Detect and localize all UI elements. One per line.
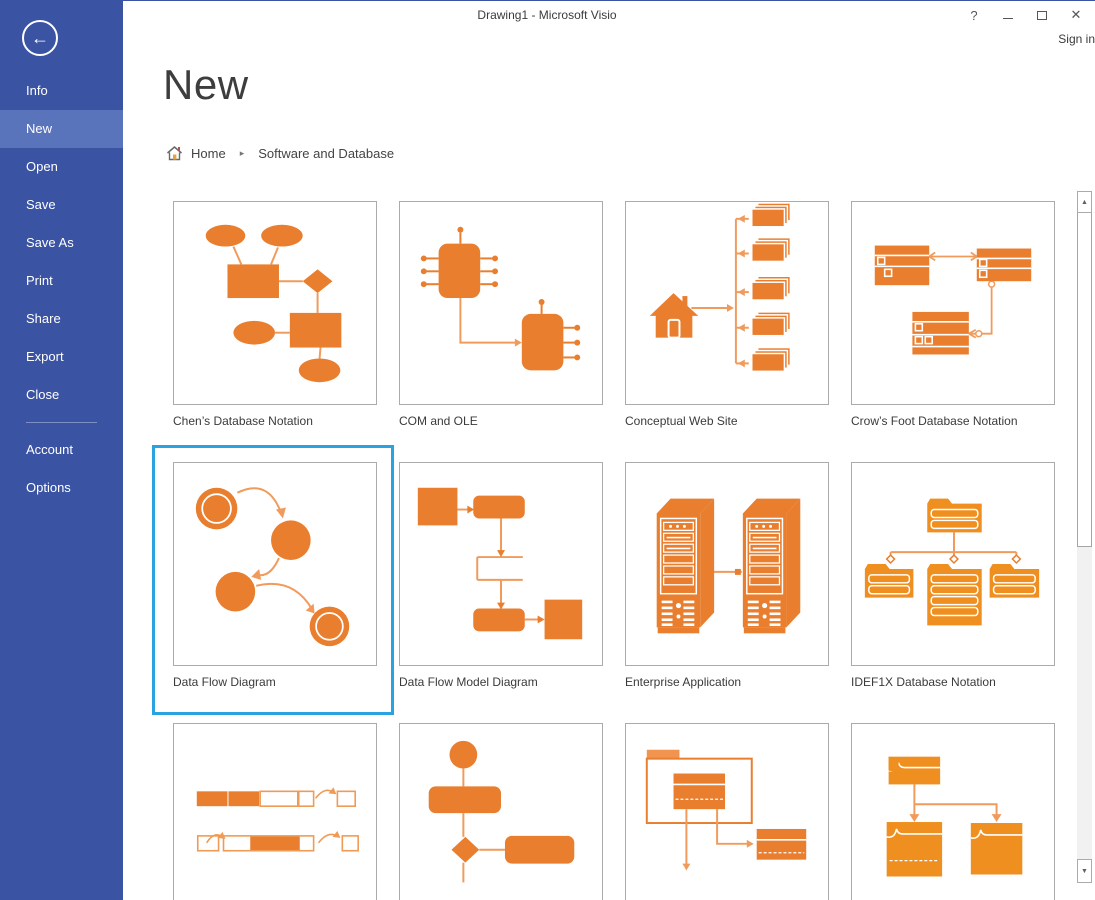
maximize-button[interactable] (1029, 5, 1055, 25)
template-label: Crow’s Foot Database Notation (851, 414, 1055, 428)
breadcrumb-section: Software and Database (258, 146, 394, 161)
scroll-up-icon: ▲ (1081, 199, 1088, 206)
template-tile-data-flow-model-diagram[interactable]: Data Flow Model Diagram (399, 462, 603, 689)
template-thumbnail (851, 462, 1055, 666)
sidebar-item-account[interactable]: Account (0, 431, 123, 469)
close-icon: ✕ (1071, 7, 1082, 23)
page-title: New (163, 61, 249, 109)
visio-backstage-window: ← Info New Open Save Save As Print Share… (0, 0, 1095, 900)
template-tile-com-and-ole[interactable]: COM and OLE (399, 201, 603, 428)
sidebar-item-export[interactable]: Export (0, 338, 123, 376)
template-tile-idef1x-database-notation[interactable]: IDEF1X Database Notation (851, 462, 1055, 689)
template-thumbnail (851, 723, 1055, 900)
sidebar-item-close[interactable]: Close (0, 376, 123, 414)
template-thumbnail (173, 201, 377, 405)
sidebar-item-options[interactable]: Options (0, 469, 123, 507)
scrollbar-thumb[interactable] (1077, 213, 1092, 547)
template-thumbnail (173, 462, 377, 666)
sidebar-item-print[interactable]: Print (0, 262, 123, 300)
sidebar-item-new[interactable]: New (0, 110, 123, 148)
template-label: Chen’s Database Notation (173, 414, 377, 428)
template-label: Data Flow Diagram (173, 675, 377, 689)
help-button[interactable]: ? (961, 5, 987, 25)
close-button[interactable]: ✕ (1063, 5, 1089, 25)
back-button[interactable]: ← (22, 20, 58, 56)
breadcrumb: Home ▸ Software and Database (166, 145, 394, 161)
template-thumbnail (173, 723, 377, 900)
sidebar-item-share[interactable]: Share (0, 300, 123, 338)
template-tile-crows-foot-database-notation[interactable]: Crow’s Foot Database Notation (851, 201, 1055, 428)
template-tile-row3-3[interactable] (625, 723, 829, 900)
window-title: Drawing1 - Microsoft Visio (477, 8, 616, 22)
template-thumbnail (851, 201, 1055, 405)
vertical-scrollbar: ▲ ▼ (1077, 191, 1092, 883)
scrollbar-track[interactable] (1077, 547, 1092, 859)
maximize-icon (1037, 11, 1047, 20)
minimize-icon (1003, 18, 1013, 19)
title-bar: Drawing1 - Microsoft Visio ? ✕ (123, 1, 1095, 29)
template-tile-row3-1[interactable] (173, 723, 377, 900)
template-label: Enterprise Application (625, 675, 829, 689)
sidebar-item-save-as[interactable]: Save As (0, 224, 123, 262)
sidebar-item-open[interactable]: Open (0, 148, 123, 186)
template-tile-conceptual-web-site[interactable]: Conceptual Web Site (625, 201, 829, 428)
sign-in-link[interactable]: Sign in (1058, 32, 1095, 46)
sidebar-item-save[interactable]: Save (0, 186, 123, 224)
template-label: Conceptual Web Site (625, 414, 829, 428)
template-tile-row3-4[interactable] (851, 723, 1055, 900)
scroll-down-icon: ▼ (1081, 868, 1088, 875)
sidebar-item-info[interactable]: Info (0, 72, 123, 110)
template-thumbnail (625, 201, 829, 405)
template-tile-chens-database-notation[interactable]: Chen’s Database Notation (173, 201, 377, 428)
home-icon (166, 145, 183, 161)
template-thumbnail (399, 723, 603, 900)
sidebar-divider (26, 422, 97, 423)
template-label: COM and OLE (399, 414, 603, 428)
help-icon: ? (970, 8, 977, 23)
template-thumbnail (399, 462, 603, 666)
back-arrow-icon: ← (31, 28, 49, 49)
scroll-down-button[interactable]: ▼ (1077, 859, 1092, 883)
breadcrumb-arrow-icon: ▸ (240, 148, 245, 159)
backstage-sidebar: ← Info New Open Save Save As Print Share… (0, 1, 123, 900)
template-tile-enterprise-application[interactable]: Enterprise Application (625, 462, 829, 689)
breadcrumb-home[interactable]: Home (191, 146, 226, 161)
template-grid: Chen’s Database Notation (173, 201, 1055, 900)
template-thumbnail (625, 723, 829, 900)
template-thumbnail (399, 201, 603, 405)
template-thumbnail (625, 462, 829, 666)
template-tile-row3-2[interactable] (399, 723, 603, 900)
template-tile-data-flow-diagram[interactable]: Data Flow Diagram (173, 462, 377, 689)
template-label: IDEF1X Database Notation (851, 675, 1055, 689)
minimize-button[interactable] (995, 5, 1021, 25)
scroll-up-button[interactable]: ▲ (1077, 191, 1092, 213)
template-label: Data Flow Model Diagram (399, 675, 603, 689)
